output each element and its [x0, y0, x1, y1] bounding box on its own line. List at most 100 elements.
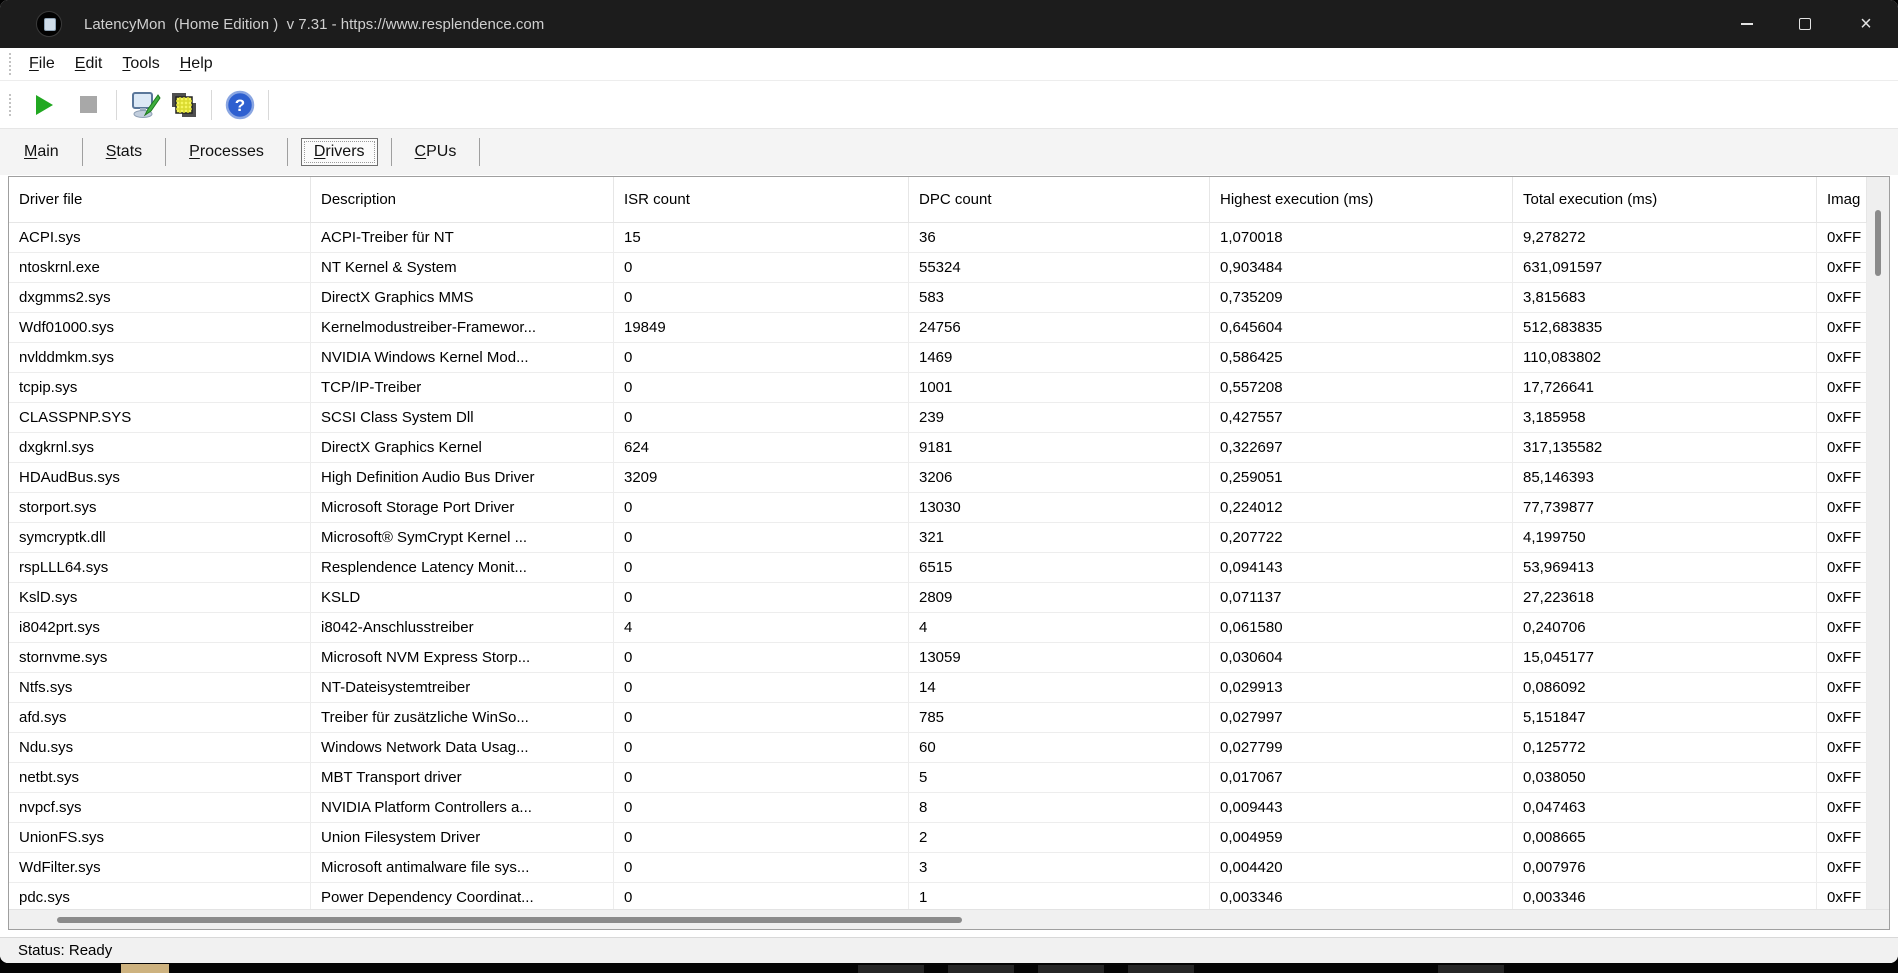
column-header-driver-file[interactable]: Driver file: [9, 177, 311, 223]
cell-isr-count: 0: [614, 823, 909, 853]
cell-dpc-count: 1: [909, 883, 1210, 909]
cell-isr-count: 0: [614, 703, 909, 733]
table-row[interactable]: stornvme.sys Microsoft NVM Express Storp.…: [9, 643, 1867, 673]
column-header-isr-count[interactable]: ISR count: [614, 177, 909, 223]
cell-driver-file: nvpcf.sys: [9, 793, 311, 823]
tab-stats[interactable]: Stats: [96, 139, 152, 165]
table-row[interactable]: ntoskrnl.exe NT Kernel & System 0 55324 0,90…: [9, 253, 1867, 283]
cell-total-execution: 9,278272: [1513, 223, 1817, 253]
tab-main[interactable]: Main: [14, 139, 69, 165]
cell-description: Microsoft antimalware file sys...: [311, 853, 614, 883]
tab-processes[interactable]: Processes: [179, 139, 274, 165]
options-button[interactable]: [126, 86, 164, 124]
table-row[interactable]: storport.sys Microsoft Storage Port Drive…: [9, 493, 1867, 523]
cell-image: 0xFF: [1817, 583, 1867, 613]
cell-image: 0xFF: [1817, 373, 1867, 403]
cell-highest-execution: 0,061580: [1210, 613, 1513, 643]
cell-description: DirectX Graphics MMS: [311, 283, 614, 313]
horizontal-scrollbar[interactable]: [9, 909, 1889, 929]
menu-item-help[interactable]: Help: [170, 55, 223, 73]
cell-highest-execution: 0,071137: [1210, 583, 1513, 613]
cell-highest-execution: 0,586425: [1210, 343, 1513, 373]
table-row[interactable]: netbt.sys MBT Transport driver 0 5 0,017067 0…: [9, 763, 1867, 793]
window-title: LatencyMon (Home Edition ) v 7.31 - http…: [84, 15, 545, 33]
toolbar: ?: [0, 81, 1898, 129]
cell-image: 0xFF: [1817, 853, 1867, 883]
menu-item-file[interactable]: File: [19, 55, 65, 73]
cell-isr-count: 0: [614, 343, 909, 373]
table-row[interactable]: dxgmms2.sys DirectX Graphics MMS 0 583 0,735…: [9, 283, 1867, 313]
table-row[interactable]: rspLLL64.sys Resplendence Latency Monit..…: [9, 553, 1867, 583]
cell-total-execution: 512,683835: [1513, 313, 1817, 343]
column-header-total-execution[interactable]: Total execution (ms): [1513, 177, 1817, 223]
title-bar: LatencyMon (Home Edition ) v 7.31 - http…: [0, 0, 1898, 48]
minimize-button[interactable]: [1718, 0, 1776, 48]
cell-dpc-count: 4: [909, 613, 1210, 643]
cell-description: Resplendence Latency Monit...: [311, 553, 614, 583]
cell-total-execution: 17,726641: [1513, 373, 1817, 403]
vertical-scrollbar-thumb[interactable]: [1875, 210, 1881, 276]
table-row[interactable]: CLASSPNP.SYS SCSI Class System Dll 0 239 0,4…: [9, 403, 1867, 433]
table-row[interactable]: nvpcf.sys NVIDIA Platform Controllers a..…: [9, 793, 1867, 823]
column-header-highest-execution[interactable]: Highest execution (ms): [1210, 177, 1513, 223]
cell-total-execution: 0,007976: [1513, 853, 1817, 883]
cell-driver-file: KslD.sys: [9, 583, 311, 613]
table-row[interactable]: i8042prt.sys i8042-Anschlusstreiber 4 4 0,06…: [9, 613, 1867, 643]
cell-isr-count: 0: [614, 763, 909, 793]
table-row[interactable]: dxgkrnl.sys DirectX Graphics Kernel 624 918…: [9, 433, 1867, 463]
cell-image: 0xFF: [1817, 823, 1867, 853]
table-row[interactable]: tcpip.sys TCP/IP-Treiber 0 1001 0,557208 17,7…: [9, 373, 1867, 403]
cell-description: Microsoft NVM Express Storp...: [311, 643, 614, 673]
table-row[interactable]: KslD.sys KSLD 0 2809 0,071137 27,223618 0xFF: [9, 583, 1867, 613]
vertical-scrollbar[interactable]: [1867, 177, 1889, 909]
close-button[interactable]: ×: [1834, 0, 1898, 48]
stop-button[interactable]: [69, 86, 107, 124]
menu-item-tools[interactable]: Tools: [112, 55, 169, 73]
cell-driver-file: UnionFS.sys: [9, 823, 311, 853]
cell-dpc-count: 24756: [909, 313, 1210, 343]
horizontal-scrollbar-thumb[interactable]: [57, 917, 962, 923]
table-row[interactable]: ACPI.sys ACPI-Treiber für NT 15 36 1,070018 9…: [9, 223, 1867, 253]
cell-total-execution: 3,185958: [1513, 403, 1817, 433]
cell-image: 0xFF: [1817, 283, 1867, 313]
table-row[interactable]: WdFilter.sys Microsoft antimalware file s…: [9, 853, 1867, 883]
table-row[interactable]: UnionFS.sys Union Filesystem Driver 0 2 0,00…: [9, 823, 1867, 853]
maximize-button[interactable]: [1776, 0, 1834, 48]
toolbar-separator: [116, 89, 117, 120]
cell-image: 0xFF: [1817, 403, 1867, 433]
cell-isr-count: 0: [614, 253, 909, 283]
taskbar-item: [948, 965, 1014, 973]
cell-dpc-count: 1001: [909, 373, 1210, 403]
column-header-description[interactable]: Description: [311, 177, 614, 223]
tab-drivers[interactable]: Drivers: [300, 138, 378, 166]
table-row[interactable]: Ntfs.sys NT-Dateisystemtreiber 0 14 0,029913…: [9, 673, 1867, 703]
table-row[interactable]: nvlddmkm.sys NVIDIA Windows Kernel Mod...…: [9, 343, 1867, 373]
report-button[interactable]: [164, 86, 202, 124]
cell-isr-count: 0: [614, 793, 909, 823]
cell-total-execution: 0,003346: [1513, 883, 1817, 909]
table-row[interactable]: symcryptk.dll Microsoft® SymCrypt Kernel …: [9, 523, 1867, 553]
tab-cpus[interactable]: CPUs: [405, 139, 467, 165]
cell-highest-execution: 0,004420: [1210, 853, 1513, 883]
column-header-dpc-count[interactable]: DPC count: [909, 177, 1210, 223]
cell-image: 0xFF: [1817, 553, 1867, 583]
column-header-image[interactable]: Imag: [1817, 177, 1867, 223]
menu-item-edit[interactable]: Edit: [65, 55, 113, 73]
cell-dpc-count: 13059: [909, 643, 1210, 673]
cell-total-execution: 0,125772: [1513, 733, 1817, 763]
cell-dpc-count: 239: [909, 403, 1210, 433]
latencymon-window: LatencyMon (Home Edition ) v 7.31 - http…: [0, 0, 1898, 963]
start-button[interactable]: [25, 86, 63, 124]
toolbar-separator: [268, 89, 269, 120]
cell-isr-count: 19849: [614, 313, 909, 343]
table-row[interactable]: Wdf01000.sys Kernelmodustreiber-Framewor.…: [9, 313, 1867, 343]
cell-image: 0xFF: [1817, 463, 1867, 493]
table-row[interactable]: afd.sys Treiber für zusätzliche WinSo... 0…: [9, 703, 1867, 733]
cell-isr-count: 624: [614, 433, 909, 463]
table-row[interactable]: Ndu.sys Windows Network Data Usag... 0 60 0,…: [9, 733, 1867, 763]
table-row[interactable]: pdc.sys Power Dependency Coordinat... 0 1 0,…: [9, 883, 1867, 909]
help-button[interactable]: ?: [221, 86, 259, 124]
table-row[interactable]: HDAudBus.sys High Definition Audio Bus Dr…: [9, 463, 1867, 493]
play-icon: [35, 94, 53, 115]
taskbar-item: [1038, 965, 1104, 973]
